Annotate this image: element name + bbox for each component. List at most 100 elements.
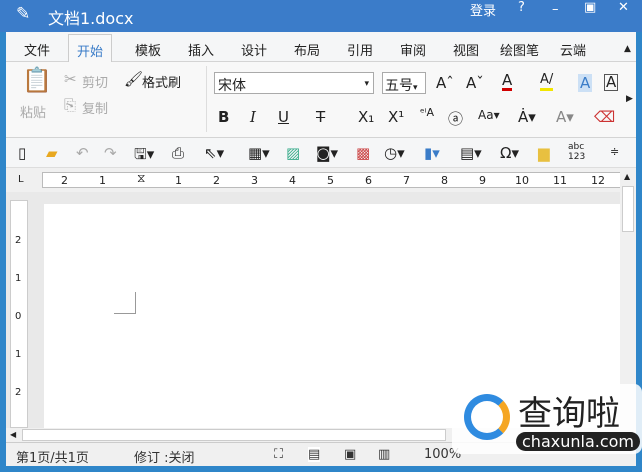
- copy-button[interactable]: 复制: [82, 98, 108, 117]
- table-icon[interactable]: ▦▾: [248, 144, 270, 162]
- ruler-label: 1: [99, 174, 106, 187]
- ruler-label: 3: [251, 174, 258, 187]
- outline-view-icon[interactable]: ▣: [344, 447, 356, 462]
- grow-font-icon[interactable]: Aˆ: [436, 74, 454, 92]
- underline-button[interactable]: U: [278, 108, 289, 126]
- open-folder-icon[interactable]: ▰: [46, 144, 58, 162]
- picture-icon[interactable]: ▨: [286, 144, 300, 162]
- help-button[interactable]: ?: [518, 0, 525, 15]
- ribbon-scroll-right-icon[interactable]: ▶: [626, 94, 633, 104]
- strikethrough-button[interactable]: T: [316, 108, 325, 126]
- new-doc-icon[interactable]: ▯: [18, 144, 26, 162]
- tab-file[interactable]: 文件: [24, 40, 50, 59]
- tab-view[interactable]: 视图: [453, 40, 479, 59]
- note-icon[interactable]: ▆: [538, 144, 550, 162]
- watermark-brand: 查询啦: [518, 394, 620, 434]
- collapse-ribbon-icon[interactable]: ▲: [624, 44, 631, 54]
- paste-icon: 📋: [22, 66, 52, 94]
- scroll-thumb[interactable]: [622, 186, 634, 232]
- change-case-icon[interactable]: Aa▾: [478, 108, 500, 122]
- login-button[interactable]: 登录: [470, 0, 496, 19]
- font-size-select[interactable]: 五号▾: [382, 72, 426, 94]
- ruler-label: 2: [61, 174, 68, 187]
- tab-insert[interactable]: 插入: [188, 40, 214, 59]
- char-border-icon[interactable]: A: [604, 74, 619, 91]
- divider: [206, 66, 207, 132]
- number-format-icon[interactable]: abc 123: [568, 142, 585, 162]
- tab-review[interactable]: 审阅: [400, 40, 426, 59]
- enclosed-char-icon[interactable]: ⓐ: [448, 108, 463, 129]
- vertical-ruler: 2 1 0 1 2: [10, 200, 28, 428]
- paste-button[interactable]: 粘贴: [20, 102, 46, 121]
- scissors-icon: ✂: [64, 70, 77, 88]
- tab-layout[interactable]: 布局: [294, 40, 320, 59]
- ruler-label: 12: [591, 174, 605, 187]
- tab-template[interactable]: 模板: [135, 40, 161, 59]
- ruler-label: 10: [515, 174, 529, 187]
- ribbon: 📋 粘贴 ✂ 剪切 ⎘ 复制 🖌 格式刷 宋体 ▾ 五号▾ Aˆ Aˇ A A/ …: [6, 62, 636, 138]
- quick-access-toolbar: ▯ ▰ ↶ ↷ 🖫▾ ⎙ ⇖▾ ▦▾ ▨ ◙▾ ▩ ◷▾ ▮▾ ▤▾ Ω▾ ▆ …: [6, 140, 636, 168]
- revision-status[interactable]: 修订 :关闭: [134, 447, 195, 466]
- customize-toolbar-icon[interactable]: ≑: [610, 145, 619, 158]
- italic-button[interactable]: I: [250, 108, 256, 126]
- ruler-label: 1: [15, 273, 22, 284]
- highlight-icon[interactable]: A/: [540, 72, 554, 91]
- font-name-value: 宋体: [218, 78, 246, 94]
- scroll-up-icon[interactable]: ▲: [624, 172, 630, 181]
- cut-button[interactable]: 剪切: [82, 72, 108, 91]
- ruler-label: 2: [15, 387, 22, 398]
- emphasis-icon[interactable]: Ȧ▾: [518, 108, 536, 126]
- symbol-icon[interactable]: Ω▾: [500, 144, 519, 162]
- text-effect-icon[interactable]: A▾: [556, 108, 574, 126]
- indent-marker[interactable]: ⧖: [137, 171, 145, 186]
- tab-references[interactable]: 引用: [347, 40, 373, 59]
- watermark-logo-icon: [464, 394, 510, 440]
- tab-draw[interactable]: 绘图笔: [500, 40, 539, 59]
- copy-icon: ⎘: [64, 96, 77, 114]
- ruler-label: 9: [479, 174, 486, 187]
- superscript-icon[interactable]: X¹: [388, 108, 404, 126]
- shrink-font-icon[interactable]: Aˇ: [466, 74, 484, 92]
- horizontal-ruler[interactable]: 2 1 ⧖ 1 2 3 4 5 6 7 8 9 10 11 12: [42, 171, 624, 188]
- redo-icon[interactable]: ↷: [104, 144, 117, 162]
- tab-design[interactable]: 设计: [241, 40, 267, 59]
- page-view-icon[interactable]: ▤: [308, 447, 321, 462]
- shapes-icon[interactable]: ◷▾: [384, 144, 405, 162]
- ruler-label: 8: [441, 174, 448, 187]
- close-button[interactable]: ✕: [618, 0, 629, 15]
- window-title: 文档1.docx: [48, 9, 134, 28]
- horizontal-ruler-bar: L 2 1 ⧖ 1 2 3 4 5 6 7 8 9 10 11 12: [6, 168, 636, 192]
- scroll-left-icon[interactable]: ◀: [10, 430, 16, 439]
- ruler-label: 0: [15, 311, 22, 322]
- clear-format-icon[interactable]: ⌫: [594, 108, 615, 126]
- phonetic-icon[interactable]: ᵉⁱA: [420, 106, 434, 119]
- select-pointer-icon[interactable]: ⇖▾: [204, 144, 224, 162]
- h-scroll-thumb[interactable]: [22, 429, 446, 441]
- font-color-icon[interactable]: A: [502, 72, 513, 91]
- save-icon[interactable]: 🖫▾: [134, 144, 154, 169]
- subscript-icon[interactable]: X₁: [358, 108, 374, 126]
- bold-button[interactable]: B: [218, 108, 229, 126]
- ruler-label: 2: [15, 235, 22, 246]
- minimize-button[interactable]: –: [552, 2, 559, 17]
- tab-cloud[interactable]: 云端: [560, 40, 586, 59]
- undo-icon[interactable]: ↶: [76, 144, 89, 162]
- tab-stop-selector[interactable]: L: [18, 174, 24, 185]
- web-view-icon[interactable]: ▥: [378, 447, 390, 462]
- title-bar: ✎ 文档1.docx 登录 ? – ▣ ✕: [0, 0, 642, 32]
- smartart-icon[interactable]: ▩: [356, 144, 370, 162]
- brush-icon: 🖌: [124, 70, 144, 88]
- restore-button[interactable]: ▣: [584, 0, 596, 15]
- fullscreen-view-icon[interactable]: ⛶: [274, 447, 283, 462]
- font-size-value: 五号: [385, 78, 413, 94]
- screenshot-icon[interactable]: ◙▾: [316, 144, 338, 162]
- chart-icon[interactable]: ▮▾: [424, 144, 440, 162]
- ruler-label: 1: [175, 174, 182, 187]
- textbox-icon[interactable]: ▤▾: [460, 144, 482, 162]
- font-name-select[interactable]: 宋体 ▾: [214, 72, 374, 94]
- pen-icon: ✎: [16, 4, 31, 24]
- print-icon[interactable]: ⎙: [172, 144, 184, 162]
- tab-home[interactable]: 开始: [68, 34, 113, 63]
- format-painter-button[interactable]: 格式刷: [142, 72, 181, 91]
- char-shading-icon[interactable]: A: [578, 74, 593, 92]
